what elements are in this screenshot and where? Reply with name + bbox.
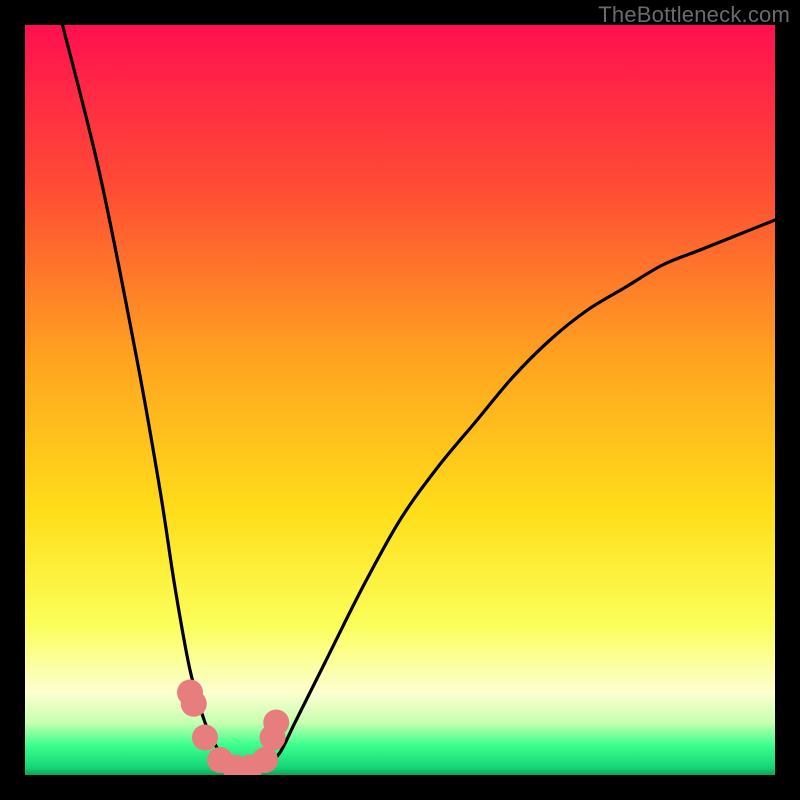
marker-point bbox=[192, 725, 218, 751]
gradient-background bbox=[25, 25, 775, 775]
bottleneck-chart bbox=[25, 25, 775, 775]
marker-point bbox=[263, 710, 289, 736]
marker-point bbox=[252, 747, 278, 773]
marker-point bbox=[181, 691, 207, 717]
chart-frame bbox=[25, 25, 775, 775]
